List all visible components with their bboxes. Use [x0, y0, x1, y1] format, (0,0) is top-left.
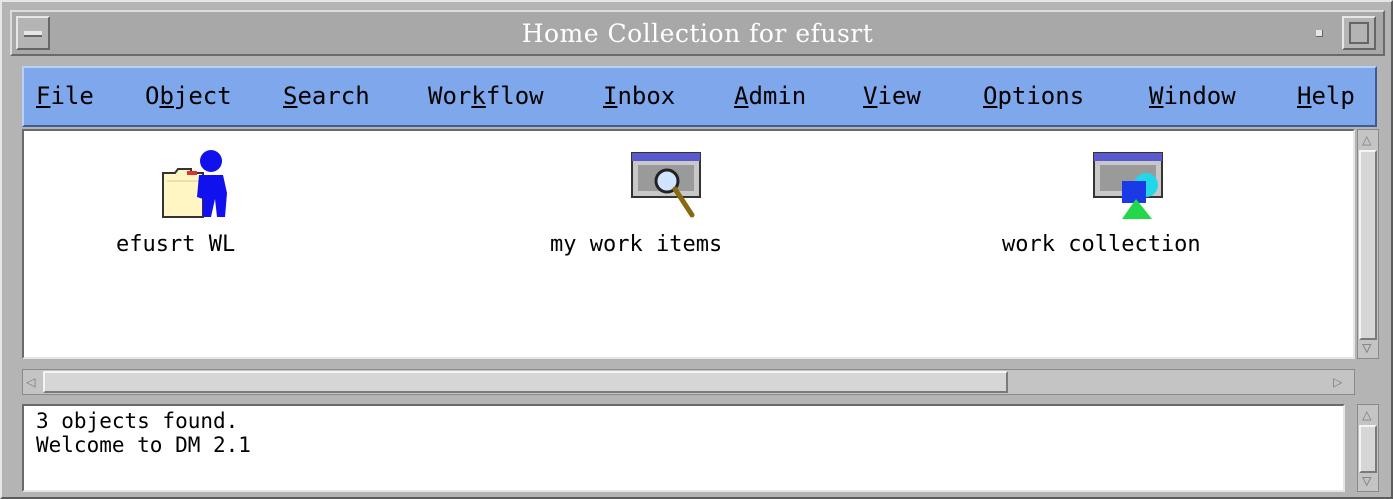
scroll-up-arrow-icon[interactable]: △	[1362, 407, 1372, 423]
horizontal-scroll-thumb[interactable]	[43, 371, 1008, 393]
collection-item-work-collection[interactable]	[1092, 151, 1172, 223]
collection-shapes-window-icon	[1093, 152, 1163, 219]
collection-item-label[interactable]: work collection	[1002, 232, 1201, 257]
status-line: 3 objects found.	[36, 409, 239, 433]
menu-admin[interactable]: Admin	[734, 82, 806, 110]
window-title: Home Collection for efusrt	[521, 19, 874, 48]
scroll-down-arrow-icon[interactable]: ▽	[1362, 473, 1372, 489]
vertical-scroll-thumb[interactable]	[1359, 150, 1377, 340]
menu-object[interactable]: Object	[145, 82, 232, 110]
menu-inbox[interactable]: Inbox	[603, 82, 675, 110]
menu-options[interactable]: Options	[983, 82, 1084, 110]
status-line: Welcome to DM 2.1	[36, 433, 251, 457]
menu-file[interactable]: File	[36, 82, 94, 110]
menu-help[interactable]: Help	[1297, 82, 1355, 110]
title-bar[interactable]: Home Collection for efusrt	[10, 10, 1385, 56]
search-query-window-icon	[631, 152, 701, 218]
message-vertical-scrollbar[interactable]: △ ▽	[1357, 404, 1379, 492]
scroll-right-arrow-icon[interactable]: ▷	[1333, 374, 1343, 390]
collection-item-label[interactable]: my work items	[550, 232, 722, 257]
collection-item-efusrt-wl[interactable]	[159, 149, 239, 221]
message-pane: 3 objects found. Welcome to DM 2.1	[22, 404, 1345, 492]
maximize-icon	[1349, 22, 1369, 44]
main-window: Home Collection for efusrt File Object S…	[0, 0, 1393, 499]
menu-workflow[interactable]: Workflow	[428, 82, 544, 110]
collection-item-label[interactable]: efusrt WL	[116, 232, 235, 257]
worklist-person-folder-icon	[162, 150, 227, 218]
maximize-button[interactable]	[1342, 16, 1376, 50]
scroll-up-arrow-icon[interactable]: △	[1362, 132, 1372, 148]
collection-vertical-scrollbar[interactable]: △ ▽	[1357, 129, 1379, 359]
vertical-scroll-thumb[interactable]	[1359, 425, 1377, 473]
minimize-button[interactable]	[1300, 16, 1334, 50]
menu-window[interactable]: Window	[1149, 82, 1236, 110]
menu-view[interactable]: View	[863, 82, 921, 110]
collection-view: efusrt WL my work items work collection	[22, 129, 1355, 359]
scroll-left-arrow-icon[interactable]: ◁	[26, 374, 36, 390]
menu-search[interactable]: Search	[283, 82, 370, 110]
collection-item-my-work-items[interactable]	[630, 151, 710, 223]
minimize-icon	[1316, 30, 1323, 37]
scroll-down-arrow-icon[interactable]: ▽	[1362, 340, 1372, 356]
menu-bar: File Object Search Workflow Inbox Admin …	[22, 66, 1377, 127]
collection-horizontal-scrollbar[interactable]: ◁ ▷	[22, 369, 1355, 395]
